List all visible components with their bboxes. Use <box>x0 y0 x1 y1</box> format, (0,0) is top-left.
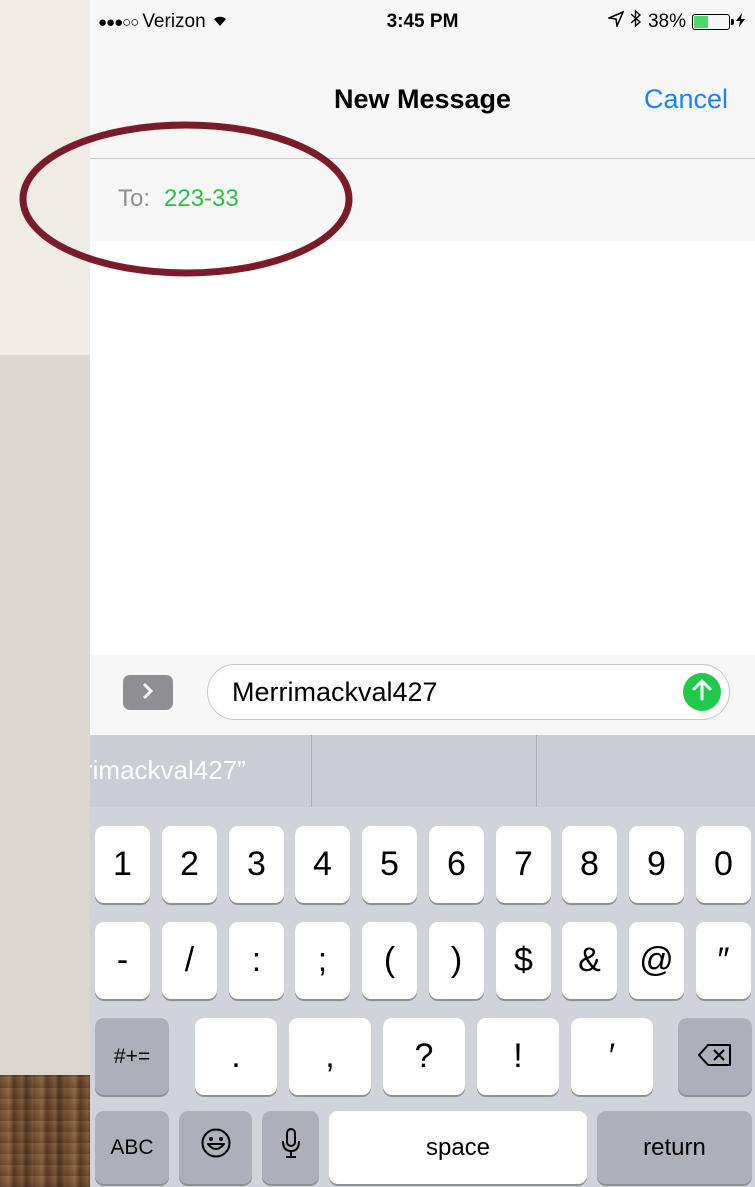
slide-background-top <box>0 0 90 355</box>
key-open-paren[interactable]: ( <box>362 922 417 999</box>
space-key[interactable]: space <box>329 1111 587 1184</box>
key-hyphen[interactable]: - <box>95 922 150 999</box>
emoji-key[interactable] <box>179 1111 252 1184</box>
key-exclamation[interactable]: ! <box>477 1018 559 1095</box>
message-text: Merrimackval427 <box>232 677 438 707</box>
battery-percent: 38% <box>647 10 686 32</box>
key-dollar[interactable]: $ <box>496 922 551 999</box>
arrow-up-icon <box>691 678 713 707</box>
key-2[interactable]: 2 <box>162 826 217 903</box>
return-key[interactable]: return <box>597 1111 752 1184</box>
key-apostrophe[interactable]: ′ <box>571 1018 653 1095</box>
key-5[interactable]: 5 <box>362 826 417 903</box>
wood-floor-image <box>0 1075 90 1187</box>
predictive-text-bar: rimackval427” <box>90 735 755 807</box>
key-slash[interactable]: / <box>162 922 217 999</box>
microphone-icon <box>281 1127 301 1168</box>
recipient-label: To: <box>118 185 151 212</box>
status-indicators: 38% <box>606 9 745 34</box>
charging-bolt-icon <box>736 11 745 33</box>
message-input[interactable]: Merrimackval427 <box>207 664 730 720</box>
slide-background-middle <box>0 355 90 1075</box>
key-4[interactable]: 4 <box>295 826 350 903</box>
bluetooth-icon <box>630 9 642 34</box>
key-double-quote[interactable]: ″ <box>696 922 751 999</box>
navigation-bar: New Message Cancel <box>90 44 755 159</box>
slide-background <box>0 0 90 1187</box>
cancel-button[interactable]: Cancel <box>644 84 728 115</box>
status-bar: ●●●○○ Verizon 3:45 PM 38% <box>90 0 755 44</box>
more-symbols-key[interactable]: #+= <box>95 1018 169 1095</box>
compose-bar: Merrimackval427 <box>90 655 755 735</box>
key-at[interactable]: @ <box>629 922 684 999</box>
prediction-slot-2[interactable] <box>312 735 536 807</box>
location-arrow-icon <box>606 10 625 33</box>
key-close-paren[interactable]: ) <box>429 922 484 999</box>
abc-key[interactable]: ABC <box>95 1111 169 1184</box>
chevron-right-icon <box>141 679 155 707</box>
key-1[interactable]: 1 <box>95 826 150 903</box>
key-0[interactable]: 0 <box>696 826 751 903</box>
key-comma[interactable]: , <box>289 1018 371 1095</box>
dictation-key[interactable] <box>262 1111 319 1184</box>
key-9[interactable]: 9 <box>629 826 684 903</box>
prediction-slot-3[interactable] <box>537 735 755 807</box>
recipient-value[interactable]: 223-33 <box>164 185 239 213</box>
emoji-icon <box>200 1127 232 1168</box>
battery-icon <box>692 13 734 30</box>
key-colon[interactable]: : <box>229 922 284 999</box>
phone-screen: ●●●○○ Verizon 3:45 PM 38% New Message Ca… <box>90 0 755 1187</box>
key-7[interactable]: 7 <box>496 826 551 903</box>
key-3[interactable]: 3 <box>229 826 284 903</box>
key-semicolon[interactable]: ; <box>295 922 350 999</box>
recipient-field[interactable]: To: 223-33 <box>90 159 755 241</box>
app-drawer-button[interactable] <box>123 675 173 710</box>
keyboard: 1 2 3 4 5 6 7 8 9 0 - / : ; ( ) $ & @ ″ … <box>90 807 755 1187</box>
battery-fill <box>694 15 708 28</box>
key-period[interactable]: . <box>195 1018 277 1095</box>
prediction-suggestion: rimackval427” <box>90 755 246 785</box>
key-question[interactable]: ? <box>383 1018 465 1095</box>
key-8[interactable]: 8 <box>562 826 617 903</box>
backspace-key[interactable] <box>678 1018 752 1095</box>
backspace-icon <box>698 1037 732 1076</box>
prediction-slot-1[interactable]: rimackval427” <box>90 735 311 807</box>
send-button[interactable] <box>683 673 721 711</box>
key-ampersand[interactable]: & <box>562 922 617 999</box>
key-6[interactable]: 6 <box>429 826 484 903</box>
